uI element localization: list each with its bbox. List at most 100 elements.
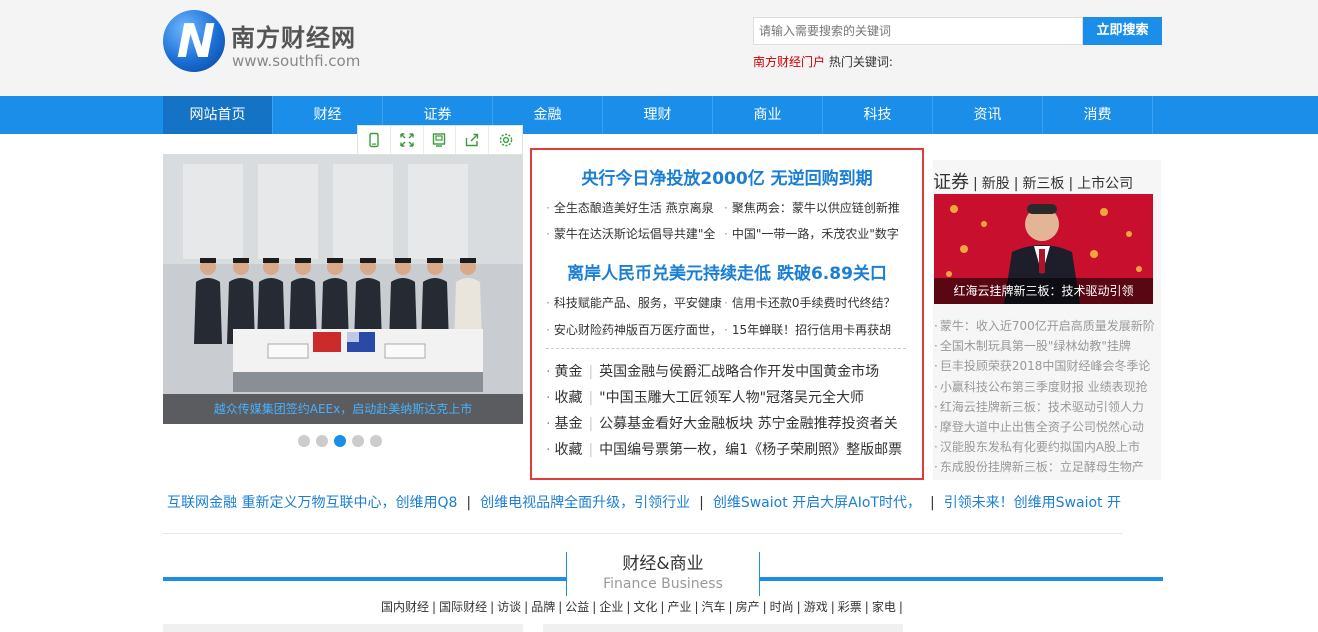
- subcategory-separator: |: [762, 600, 767, 614]
- section-tab-bar: [163, 624, 523, 632]
- nav-item[interactable]: 理财: [603, 96, 713, 134]
- tab-new-shares[interactable]: 新股: [982, 176, 1010, 192]
- securities-image[interactable]: 红海云挂牌新三板：技术驱动引领: [934, 194, 1153, 304]
- subcategory-separator: |: [626, 600, 631, 614]
- subcategory-link[interactable]: 家电: [872, 600, 896, 614]
- ticker-link[interactable]: 创维Swaiot 开启大屏AIoT时代，: [713, 495, 921, 511]
- slide-dot[interactable]: [316, 435, 328, 447]
- tab-neeq[interactable]: 新三板: [1022, 176, 1064, 192]
- news-link[interactable]: 科技赋能产品、服务，平安健康: [554, 296, 722, 310]
- share-icon[interactable]: [456, 126, 490, 154]
- site-logo[interactable]: N 南方财经网 www.southfi.com: [163, 10, 393, 74]
- subcategory-link[interactable]: 产业: [667, 600, 691, 614]
- news-link[interactable]: 15年蝉联！招行信用卡再获胡: [732, 323, 891, 337]
- list-item[interactable]: · 蒙牛：收入近700亿开启高质量发展新阶: [934, 316, 1159, 336]
- subcategory-link[interactable]: 汽车: [702, 600, 726, 614]
- news-link[interactable]: 中国"一带一路，禾茂农业"数字: [732, 227, 899, 241]
- nav-item[interactable]: 消费: [1043, 96, 1153, 134]
- subcategory-link[interactable]: 公益: [565, 600, 589, 614]
- subcategory-separator: |: [728, 600, 733, 614]
- subcategory-link[interactable]: 国内财经: [381, 600, 429, 614]
- hot-keywords: 南方财经门户 热门关键词:: [753, 53, 893, 70]
- slide-dot[interactable]: [334, 435, 346, 447]
- subcategory-separator: |: [864, 600, 869, 614]
- list-item[interactable]: · 摩登大道中止出售全资子公司悦然心动: [934, 417, 1159, 437]
- category-row: · 收藏 | 中国编号票第一枚，编1《杨子荣刷照》整版邮票: [546, 442, 903, 458]
- expand-icon[interactable]: [391, 126, 424, 154]
- search-box: [753, 17, 1083, 45]
- list-item[interactable]: · 汉能股东发私有化要约拟国内A股上市: [934, 437, 1159, 457]
- slide-dot[interactable]: [370, 435, 382, 447]
- list-item[interactable]: · 全国木制玩具第一股"绿林幼教"挂牌: [934, 336, 1159, 356]
- securities-panel: 证券 | 新股 | 新三板 | 上市公司 红海云挂牌新三板：技术驱动引领 · 蒙牛：收入近70…: [933, 160, 1161, 480]
- securities-title[interactable]: 证券: [933, 172, 969, 193]
- save-icon[interactable]: [424, 126, 457, 154]
- logo-letter: N: [176, 14, 216, 68]
- nav-item[interactable]: 商业: [713, 96, 823, 134]
- slide-dot[interactable]: [298, 435, 310, 447]
- news-row: · 安心财险药神版百万医疗面世， · 15年蝉联！招行信用卡再获胡: [546, 323, 892, 337]
- news-link[interactable]: 聚焦两会：蒙牛以供应链创新推: [732, 201, 900, 215]
- news-link[interactable]: 中国编号票第一枚，编1《杨子荣刷照》整版邮票: [599, 442, 902, 458]
- news-link[interactable]: 蒙牛在达沃斯论坛倡导共建"全: [554, 227, 716, 241]
- category-label[interactable]: 收藏: [554, 442, 582, 458]
- news-link[interactable]: 英国金融与侯爵汇战略合作开发中国黄金市场: [599, 364, 879, 380]
- hot-keywords-label: 热门关键词:: [828, 55, 893, 69]
- main-nav: 网站首页 财经 证券 金融 理财 商业 科技 资讯 消费: [0, 96, 1318, 134]
- headline-2[interactable]: 离岸人民币兑美元持续走低 跌破6.89关口: [532, 259, 922, 284]
- list-item[interactable]: · 小赢科技公布第三季度财报 业绩表现抢: [934, 377, 1159, 397]
- subcategory-link[interactable]: 国际财经: [439, 600, 487, 614]
- slide-dot[interactable]: [352, 435, 364, 447]
- section-subcategories: 国内财经 | 国际财经 | 访谈 | 品牌 | 公益 | 企业 | 文化 | 产业 | 汽车 | 房产 | 时尚 | 游戏 |…: [381, 598, 906, 615]
- ticker-link[interactable]: 创维电视品牌全面升级，引领行业: [480, 495, 690, 511]
- subcategory-link[interactable]: 企业: [599, 600, 623, 614]
- subcategory-separator: |: [660, 600, 665, 614]
- ticker-link[interactable]: 互联网金融 重新定义万物互联中心，创维用Q8: [167, 495, 457, 511]
- category-label[interactable]: 基金: [554, 416, 582, 432]
- nav-item[interactable]: 科技: [823, 96, 933, 134]
- news-link[interactable]: 全生态酿造美好生活 燕京离泉: [554, 201, 714, 215]
- nav-item[interactable]: 网站首页: [163, 96, 273, 134]
- list-item-text: 巨丰投顾荣获2018中国财经峰会冬季论: [939, 359, 1151, 374]
- subcategory-separator: |: [490, 600, 495, 614]
- subcategory-link[interactable]: 房产: [736, 600, 760, 614]
- category-label[interactable]: 收藏: [554, 390, 582, 406]
- news-link[interactable]: 安心财险药神版百万医疗面世，: [554, 323, 722, 337]
- subcategory-link[interactable]: 游戏: [804, 600, 828, 614]
- list-item-text: 红海云挂牌新三板：技术驱动引领人力: [939, 399, 1144, 414]
- subcategory-link[interactable]: 彩票: [838, 600, 862, 614]
- news-link[interactable]: 公募基金看好大金融板块 苏宁金融推荐投资者关: [599, 416, 897, 432]
- search-input[interactable]: [754, 18, 1082, 44]
- list-item[interactable]: · 东成股份挂牌新三板：立足酵母生物产: [934, 457, 1159, 477]
- news-row: · 全生态酿造美好生活 燕京离泉 · 聚焦两会：蒙牛以供应链创新推: [546, 201, 900, 215]
- subcategory-link[interactable]: 时尚: [770, 600, 794, 614]
- category-label[interactable]: 黄金: [554, 364, 582, 380]
- subcategory-separator: |: [694, 600, 699, 614]
- subcategory-link[interactable]: 品牌: [531, 600, 555, 614]
- ticker-separator: |: [699, 495, 704, 511]
- portal-link[interactable]: 南方财经门户: [753, 55, 825, 69]
- news-link[interactable]: 信用卡还款0手续费时代终结？: [732, 296, 896, 310]
- ticker-link[interactable]: 引领未来！创维用Swaiot 开: [944, 495, 1121, 511]
- subcategory-link[interactable]: 访谈: [497, 600, 521, 614]
- list-item[interactable]: · 红海云挂牌新三板：技术驱动引领人力: [934, 397, 1159, 417]
- floating-toolbar: [357, 125, 523, 155]
- slide-dots: [298, 435, 388, 447]
- tab-listed[interactable]: 上市公司: [1077, 176, 1133, 192]
- mobile-icon[interactable]: [358, 126, 391, 154]
- headline-box: 央行今日净投放2000亿 无逆回购到期 · 全生态酿造美好生活 燕京离泉 · 聚焦两…: [530, 148, 924, 480]
- securities-list: · 蒙牛：收入近700亿开启高质量发展新阶 · 全国木制玩具第一股"绿林幼教"挂牌 · 巨…: [934, 316, 1159, 478]
- headline-1[interactable]: 央行今日净投放2000亿 无逆回购到期: [532, 164, 922, 189]
- category-row: · 收藏 | "中国玉雕大工匠领军人物"冠落吴元全大师: [546, 390, 865, 406]
- subcategory-separator: |: [432, 600, 437, 614]
- slide-caption[interactable]: 越众传媒集团签约AEEx，启动赴美纳斯达克上市: [163, 394, 523, 424]
- category-row: · 黄金 | 英国金融与侯爵汇战略合作开发中国黄金市场: [546, 364, 880, 380]
- slideshow[interactable]: 越众传媒集团签约AEEx，启动赴美纳斯达克上市: [163, 154, 523, 424]
- nav-item[interactable]: 资讯: [933, 96, 1043, 134]
- settings-icon[interactable]: [489, 126, 522, 154]
- news-link[interactable]: "中国玉雕大工匠领军人物"冠落吴元全大师: [599, 390, 864, 406]
- search-button[interactable]: 立即搜索: [1083, 17, 1162, 45]
- securities-image-caption[interactable]: 红海云挂牌新三板：技术驱动引领: [934, 278, 1153, 304]
- list-item[interactable]: · 巨丰投顾荣获2018中国财经峰会冬季论: [934, 356, 1159, 376]
- subcategory-link[interactable]: 文化: [633, 600, 657, 614]
